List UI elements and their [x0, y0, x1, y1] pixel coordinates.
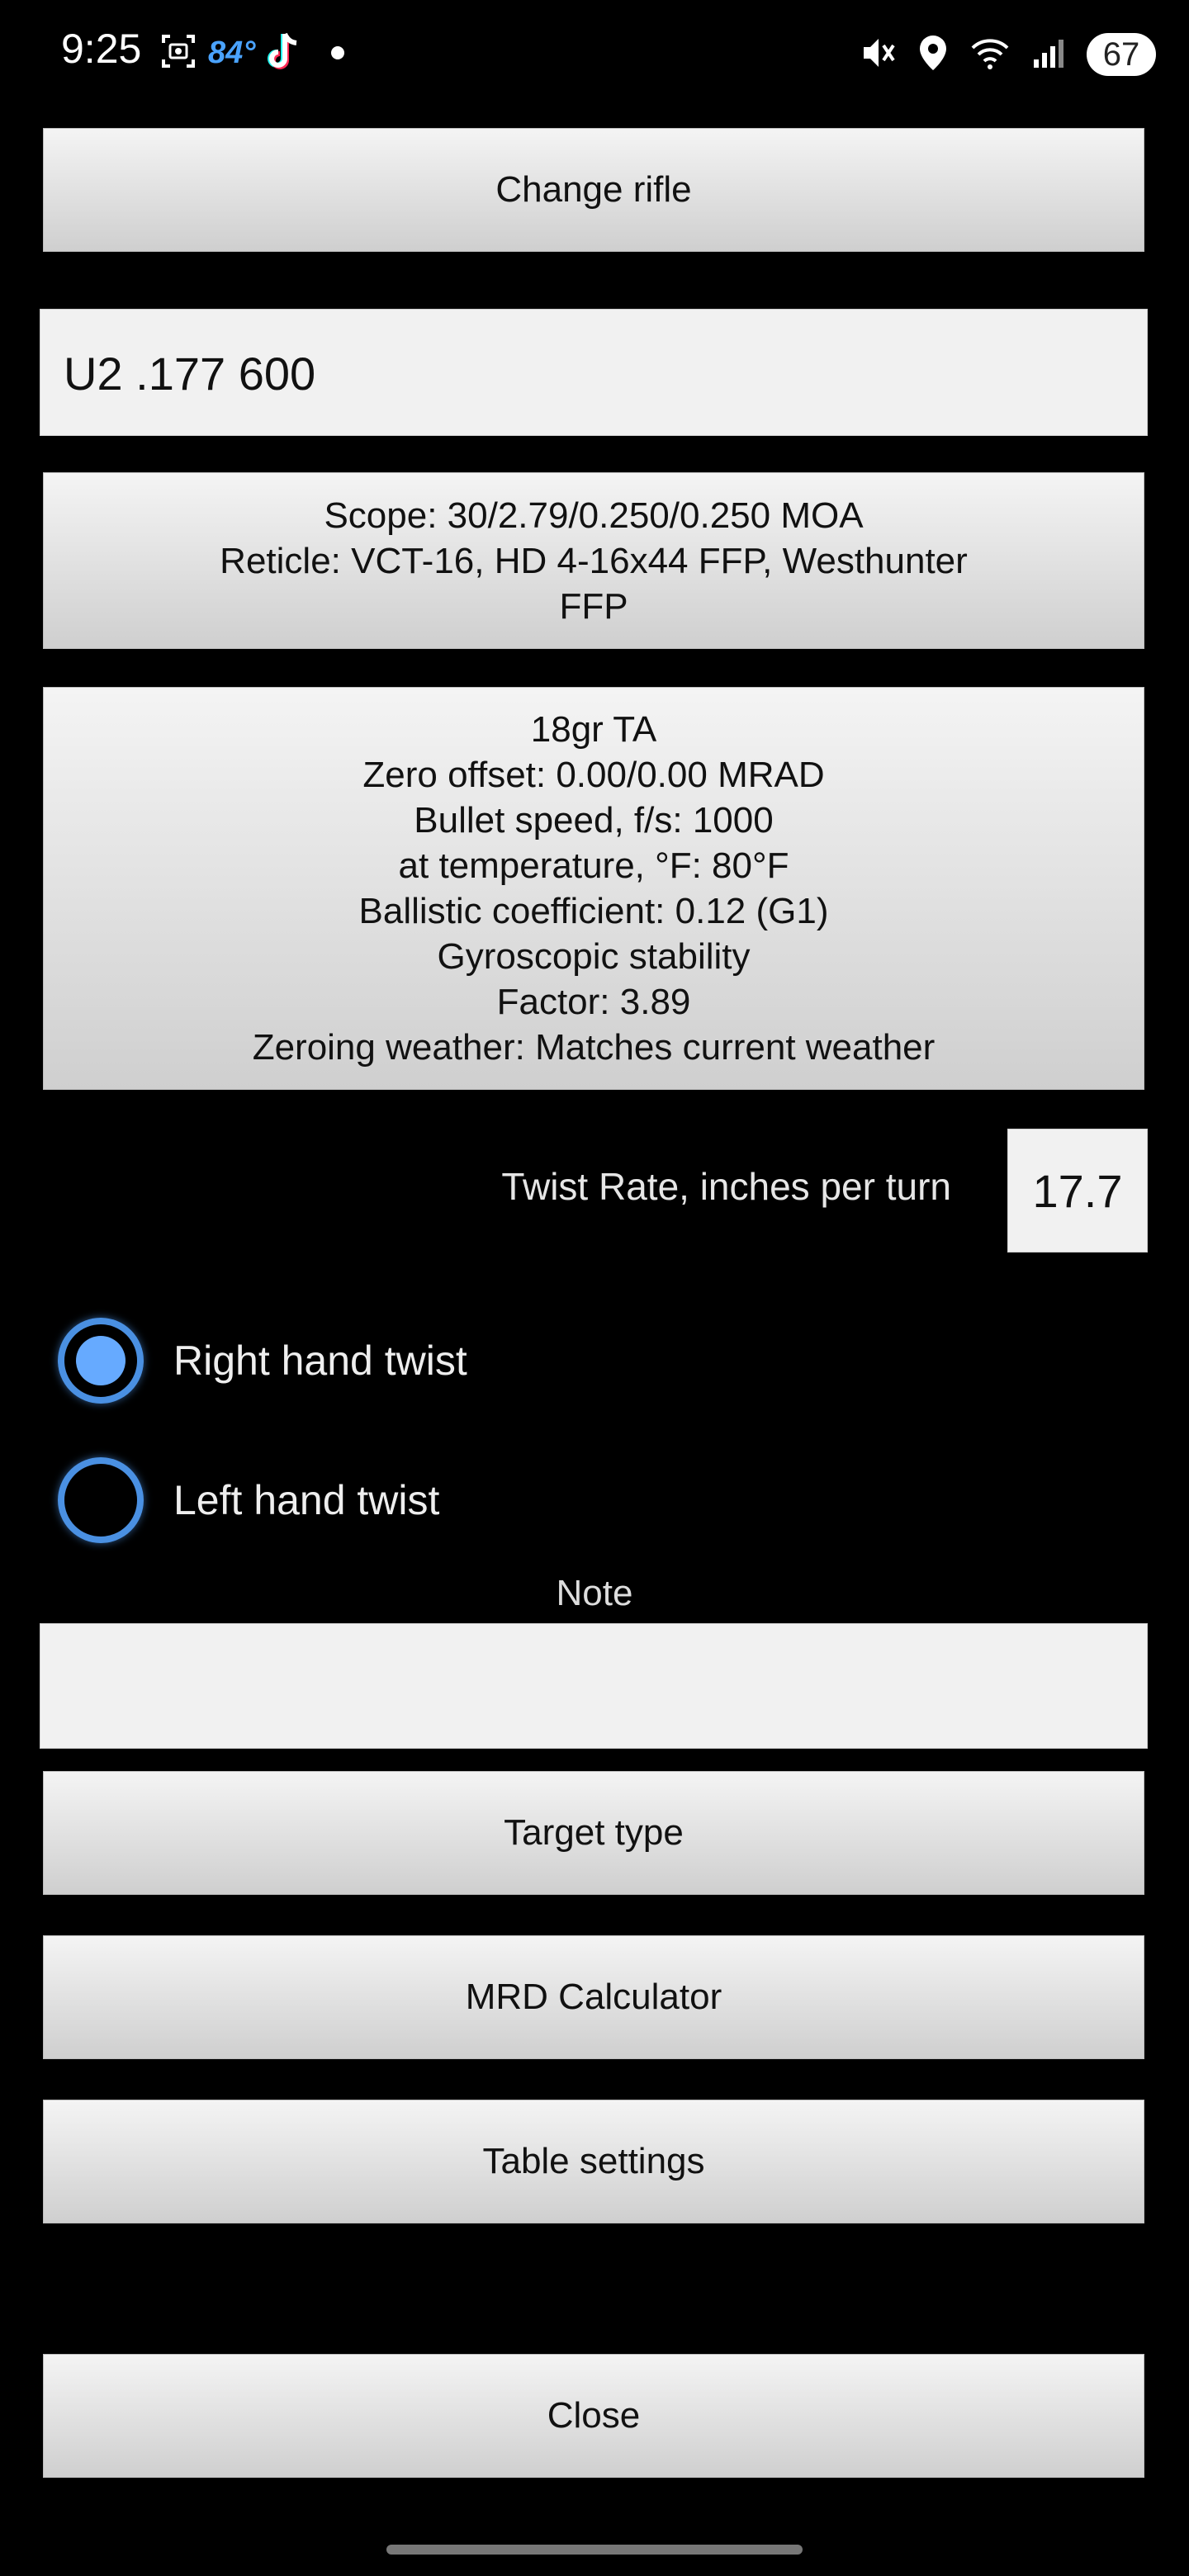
- status-left-icons: 84°: [159, 28, 345, 78]
- battery-icon: 67: [1087, 33, 1156, 76]
- stability-factor: Factor: 3.89: [496, 982, 691, 1022]
- close-button[interactable]: Close: [43, 2354, 1144, 2478]
- bullet-name: 18gr TA: [530, 709, 657, 750]
- reticle-line-continued: FFP: [559, 585, 628, 627]
- location-icon: [918, 34, 948, 76]
- ballistic-coefficient: Ballistic coefficient: 0.12 (G1): [358, 891, 829, 931]
- status-time: 9:25: [61, 26, 142, 72]
- mrd-calculator-button[interactable]: MRD Calculator: [43, 1935, 1144, 2059]
- tiktok-icon: [265, 31, 301, 76]
- bullet-settings-button[interactable]: 18gr TA Zero offset: 0.00/0.00 MRAD Bull…: [43, 687, 1144, 1090]
- zero-offset: Zero offset: 0.00/0.00 MRAD: [362, 755, 825, 795]
- mute-icon: [859, 34, 897, 76]
- home-indicator[interactable]: [386, 2545, 803, 2555]
- table-settings-button[interactable]: Table settings: [43, 2100, 1144, 2223]
- signal-icon: [1032, 36, 1065, 73]
- right-hand-twist-option[interactable]: Right hand twist: [58, 1315, 467, 1406]
- reticle-line: Reticle: VCT-16, HD 4-16x44 FFP, Westhun…: [220, 540, 968, 581]
- notification-dot-icon: [331, 46, 345, 59]
- change-rifle-button[interactable]: Change rifle: [43, 128, 1144, 252]
- radio-unchecked-icon[interactable]: [58, 1457, 144, 1543]
- radio-checked-icon[interactable]: [58, 1318, 144, 1404]
- twist-rate-label: Twist Rate, inches per turn: [501, 1165, 951, 1208]
- rifle-name-field[interactable]: U2 .177 600: [40, 309, 1148, 436]
- speed-temperature: at temperature, °F: 80°F: [398, 845, 789, 886]
- target-type-button[interactable]: Target type: [43, 1771, 1144, 1895]
- scope-line: Scope: 30/2.79/0.250/0.250 MOA: [324, 495, 864, 536]
- wifi-icon: [969, 35, 1011, 75]
- scope-settings-button[interactable]: Scope: 30/2.79/0.250/0.250 MOA Reticle: …: [43, 472, 1144, 649]
- twist-rate-input[interactable]: 17.7: [1007, 1129, 1148, 1252]
- status-right-icons: 67: [859, 30, 1156, 79]
- status-bar: 9:25 84° 67: [0, 0, 1189, 107]
- gyroscopic-stability: Gyroscopic stability: [437, 936, 751, 977]
- rifle-name-value: U2 .177 600: [64, 347, 316, 400]
- screenshot-icon: [159, 31, 198, 75]
- left-hand-twist-label: Left hand twist: [173, 1477, 440, 1523]
- bullet-speed: Bullet speed, f/s: 1000: [414, 800, 774, 841]
- note-label: Note: [556, 1573, 633, 1613]
- left-hand-twist-option[interactable]: Left hand twist: [58, 1455, 439, 1546]
- note-input[interactable]: [40, 1623, 1148, 1749]
- right-hand-twist-label: Right hand twist: [173, 1338, 467, 1384]
- zeroing-weather: Zeroing weather: Matches current weather: [252, 1027, 936, 1068]
- weather-temp: 84°: [208, 35, 256, 70]
